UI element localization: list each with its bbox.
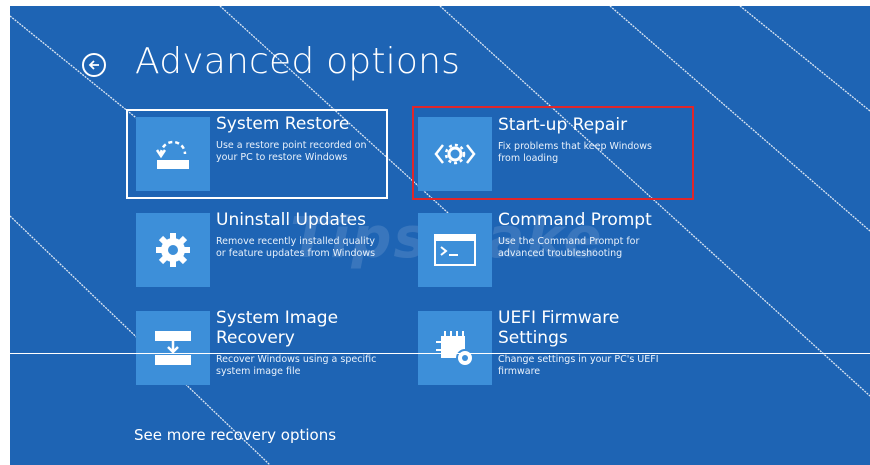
- system-image-icon: [136, 311, 210, 385]
- command-prompt-icon: [418, 213, 492, 287]
- option-description: Use a restore point recorded on your PC …: [216, 140, 367, 163]
- option-title: System Image Recovery: [216, 308, 339, 348]
- option-uefi-firmware-settings[interactable]: UEFI Firmware Settings Change settings i…: [409, 304, 669, 392]
- gear-icon: [136, 213, 210, 287]
- option-title: Uninstall Updates: [216, 210, 366, 230]
- option-description: Remove recently installed quality or fea…: [216, 236, 376, 259]
- option-title: System Restore: [216, 114, 350, 134]
- option-description: Recover Windows using a specific system …: [216, 354, 377, 377]
- option-title: Command Prompt: [498, 210, 652, 230]
- option-uninstall-updates[interactable]: Uninstall Updates Remove recently instal…: [127, 206, 387, 294]
- option-system-restore[interactable]: System Restore Use a restore point recor…: [126, 109, 388, 199]
- option-startup-repair[interactable]: Start-up Repair Fix problems that keep W…: [412, 106, 694, 200]
- page-title: Advanced options: [135, 41, 461, 82]
- option-command-prompt[interactable]: Command Prompt Use the Command Prompt fo…: [409, 206, 669, 294]
- option-title: Start-up Repair: [498, 115, 628, 135]
- option-system-image-recovery[interactable]: System Image Recovery Recover Windows us…: [127, 304, 387, 392]
- option-description: Change settings in your PC's UEFI firmwa…: [498, 354, 659, 377]
- back-button[interactable]: [82, 53, 106, 77]
- more-recovery-options-link[interactable]: See more recovery options: [134, 426, 336, 444]
- startup-repair-icon: [418, 117, 492, 191]
- firmware-chip-icon: [418, 311, 492, 385]
- option-description: Use the Command Prompt for advanced trou…: [498, 236, 640, 259]
- option-title: UEFI Firmware Settings: [498, 308, 620, 348]
- system-restore-icon: [136, 117, 210, 191]
- advanced-options-screen: TipsMake Advanced options System Restore…: [10, 6, 870, 465]
- back-arrow-icon: [88, 60, 99, 70]
- option-description: Fix problems that keep Windows from load…: [498, 141, 652, 164]
- horizontal-divider-line: [10, 353, 870, 354]
